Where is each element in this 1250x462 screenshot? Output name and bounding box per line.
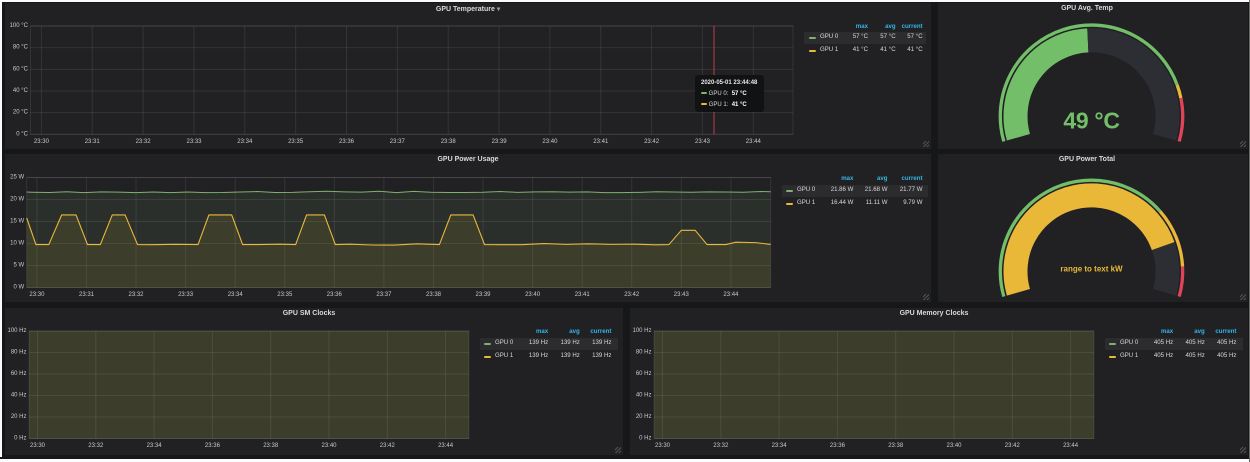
svg-text:23:34: 23:34 (772, 443, 788, 449)
svg-text:23:42: 23:42 (380, 443, 396, 449)
svg-text:23:37: 23:37 (376, 292, 392, 298)
svg-text:23:33: 23:33 (186, 139, 202, 145)
svg-text:15 W: 15 W (10, 219, 24, 225)
svg-text:23:30: 23:30 (30, 443, 46, 449)
svg-text:80 °C: 80 °C (13, 45, 29, 51)
svg-text:23:32: 23:32 (88, 443, 104, 449)
svg-text:23:42: 23:42 (624, 292, 640, 298)
svg-text:23:40: 23:40 (321, 443, 337, 449)
svg-text:23:43: 23:43 (695, 139, 711, 145)
svg-text:23:31: 23:31 (85, 139, 101, 145)
svg-text:23:30: 23:30 (29, 292, 45, 298)
svg-text:23:31: 23:31 (79, 292, 95, 298)
svg-text:20 °C: 20 °C (13, 110, 29, 116)
svg-text:40 Hz: 40 Hz (11, 393, 27, 399)
svg-text:20 Hz: 20 Hz (636, 414, 652, 420)
svg-text:23:43: 23:43 (674, 292, 690, 298)
svg-text:23:36: 23:36 (205, 443, 221, 449)
svg-text:23:38: 23:38 (441, 139, 457, 145)
svg-text:23:32: 23:32 (136, 139, 152, 145)
svg-text:23:41: 23:41 (575, 292, 591, 298)
svg-text:23:30: 23:30 (34, 139, 50, 145)
svg-text:0 Hz: 0 Hz (639, 436, 651, 442)
svg-text:23:40: 23:40 (542, 139, 558, 145)
svg-text:23:36: 23:36 (830, 443, 846, 449)
svg-text:5 W: 5 W (14, 263, 25, 269)
svg-text:23:30: 23:30 (655, 443, 671, 449)
svg-text:20 W: 20 W (10, 197, 24, 203)
svg-text:100 Hz: 100 Hz (632, 328, 651, 334)
svg-text:23:33: 23:33 (178, 292, 194, 298)
svg-text:60 Hz: 60 Hz (636, 371, 652, 377)
svg-text:25 W: 25 W (10, 175, 24, 181)
svg-text:0 Hz: 0 Hz (14, 436, 26, 442)
svg-text:23:32: 23:32 (128, 292, 144, 298)
svg-text:40 Hz: 40 Hz (636, 393, 652, 399)
svg-text:23:44: 23:44 (723, 292, 739, 298)
svg-text:23:36: 23:36 (339, 139, 355, 145)
svg-text:23:40: 23:40 (525, 292, 541, 298)
svg-text:23:42: 23:42 (1005, 443, 1021, 449)
svg-text:23:34: 23:34 (237, 139, 253, 145)
svg-text:23:38: 23:38 (426, 292, 442, 298)
svg-text:40 °C: 40 °C (13, 88, 29, 94)
svg-text:10 W: 10 W (10, 241, 24, 247)
svg-text:23:44: 23:44 (1063, 443, 1079, 449)
svg-text:23:42: 23:42 (644, 139, 660, 145)
svg-text:20 Hz: 20 Hz (11, 414, 27, 420)
svg-text:23:39: 23:39 (475, 292, 491, 298)
svg-text:23:39: 23:39 (492, 139, 508, 145)
svg-text:range to text kW: range to text kW (1060, 265, 1123, 274)
svg-text:23:35: 23:35 (277, 292, 293, 298)
svg-text:23:36: 23:36 (327, 292, 343, 298)
svg-text:23:37: 23:37 (390, 139, 406, 145)
svg-text:60 Hz: 60 Hz (11, 371, 27, 377)
svg-text:0 °C: 0 °C (16, 131, 28, 137)
svg-text:49 °C: 49 °C (1063, 108, 1119, 134)
svg-text:80 Hz: 80 Hz (636, 350, 652, 356)
svg-text:0 W: 0 W (14, 285, 25, 291)
svg-text:23:41: 23:41 (593, 139, 609, 145)
svg-text:80 Hz: 80 Hz (11, 350, 27, 356)
svg-text:23:38: 23:38 (263, 443, 279, 449)
svg-text:23:44: 23:44 (746, 139, 762, 145)
svg-text:60 °C: 60 °C (13, 66, 29, 72)
svg-text:23:34: 23:34 (147, 443, 163, 449)
svg-text:100 °C: 100 °C (10, 23, 29, 29)
svg-text:23:44: 23:44 (438, 443, 454, 449)
svg-text:23:35: 23:35 (288, 139, 304, 145)
svg-text:100 Hz: 100 Hz (7, 328, 26, 334)
svg-text:23:40: 23:40 (946, 443, 962, 449)
svg-text:23:34: 23:34 (228, 292, 244, 298)
svg-text:23:32: 23:32 (713, 443, 729, 449)
svg-text:23:38: 23:38 (888, 443, 904, 449)
